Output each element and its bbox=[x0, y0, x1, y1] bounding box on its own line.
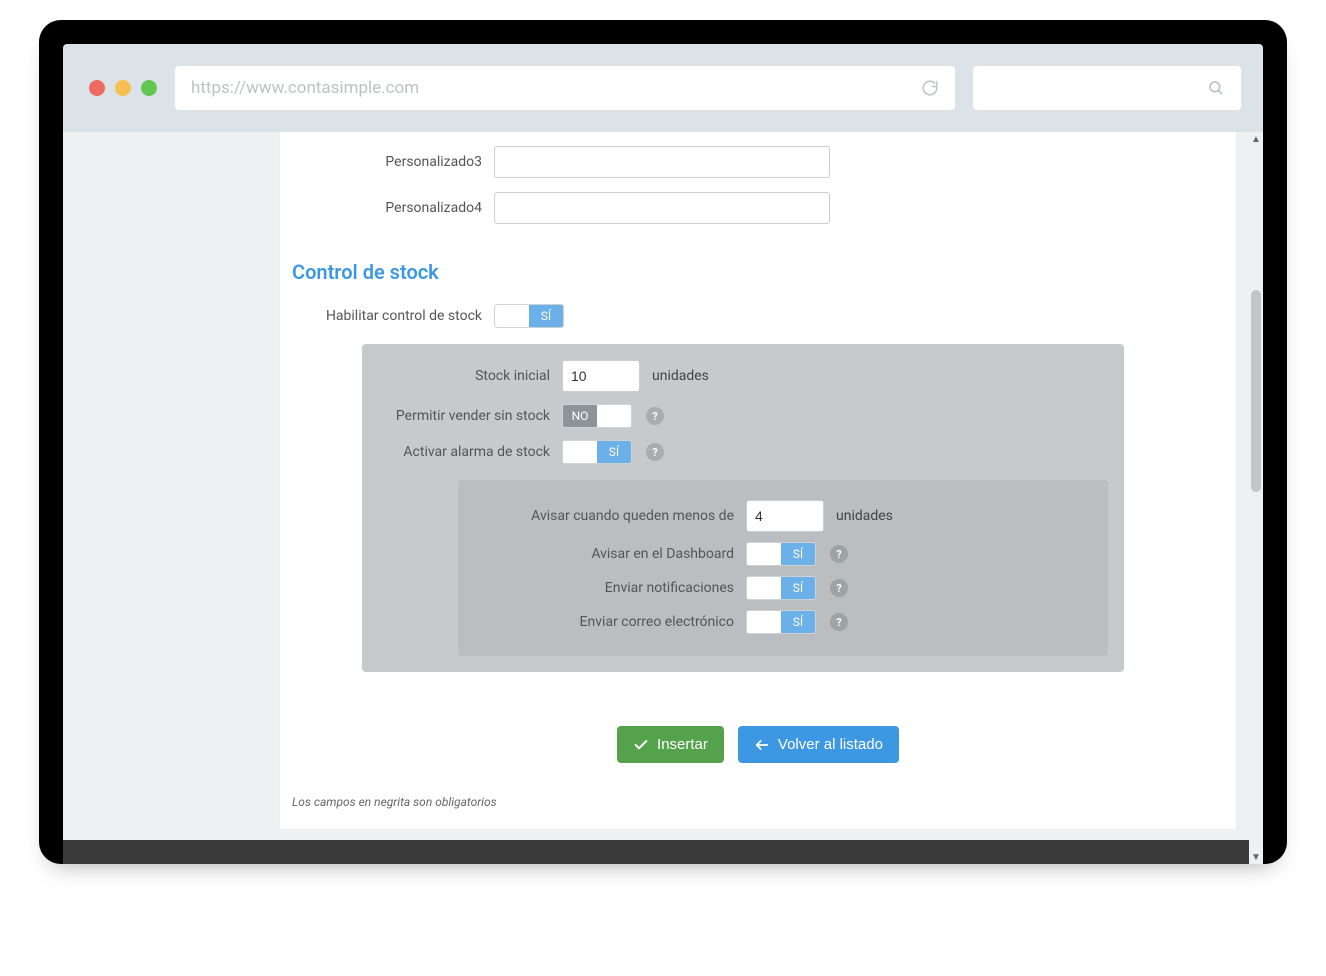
help-icon[interactable]: ? bbox=[646, 443, 664, 461]
window-close-icon[interactable] bbox=[89, 80, 105, 96]
units-initial: unidades bbox=[652, 368, 709, 384]
row-alarm-dashboard: Avisar en el Dashboard SÍ ? bbox=[496, 542, 1070, 566]
toggle-off-text: NO bbox=[563, 405, 597, 427]
input-alarm-threshold[interactable] bbox=[746, 500, 824, 532]
device-frame: https://www.contasimple.com Personalizad… bbox=[39, 20, 1287, 864]
insert-button[interactable]: Insertar bbox=[617, 726, 724, 763]
label-alarm-threshold: Avisar cuando queden menos de bbox=[496, 508, 746, 524]
label-alarm-dashboard: Avisar en el Dashboard bbox=[496, 546, 746, 562]
row-alarm-threshold: Avisar cuando queden menos de unidades bbox=[496, 500, 1070, 532]
label-custom4: Personalizado4 bbox=[292, 200, 494, 216]
toggle-on-text: SÍ bbox=[781, 543, 815, 565]
content-panel: Personalizado3 Personalizado4 Control de… bbox=[279, 132, 1237, 830]
window-max-icon[interactable] bbox=[141, 80, 157, 96]
input-custom4[interactable] bbox=[494, 192, 830, 224]
label-sell-without-stock: Permitir vender sin stock bbox=[378, 408, 562, 424]
address-bar[interactable]: https://www.contasimple.com bbox=[175, 66, 955, 110]
insert-button-label: Insertar bbox=[657, 736, 708, 753]
toggle-alarm-notify[interactable]: SÍ bbox=[746, 576, 816, 600]
help-icon[interactable]: ? bbox=[830, 613, 848, 631]
page-footer-bar bbox=[63, 840, 1249, 864]
label-custom3: Personalizado3 bbox=[292, 154, 494, 170]
toggle-alarm-email[interactable]: SÍ bbox=[746, 610, 816, 634]
scrollbar[interactable]: ▲ ▼ bbox=[1249, 132, 1263, 864]
row-alarm-notify: Enviar notificaciones SÍ ? bbox=[496, 576, 1070, 600]
label-stock-alarm: Activar alarma de stock bbox=[378, 444, 562, 460]
toggle-sell-without-stock[interactable]: NO bbox=[562, 404, 632, 428]
traffic-lights bbox=[89, 80, 157, 96]
refresh-icon[interactable] bbox=[921, 79, 939, 97]
footnote: Los campos en negrita son obligatorios bbox=[292, 795, 1224, 809]
back-button-label: Volver al listado bbox=[778, 736, 883, 753]
units-threshold: unidades bbox=[836, 508, 893, 524]
help-icon[interactable]: ? bbox=[646, 407, 664, 425]
stock-panel: Stock inicial unidades Permitir vender s… bbox=[362, 344, 1124, 672]
scroll-thumb[interactable] bbox=[1251, 290, 1261, 492]
address-url: https://www.contasimple.com bbox=[191, 78, 911, 98]
toggle-stock-alarm[interactable]: SÍ bbox=[562, 440, 632, 464]
help-icon[interactable]: ? bbox=[830, 545, 848, 563]
input-custom3[interactable] bbox=[494, 146, 830, 178]
browser-viewport: Personalizado3 Personalizado4 Control de… bbox=[63, 132, 1263, 864]
row-alarm-email: Enviar correo electrónico SÍ ? bbox=[496, 610, 1070, 634]
label-enable-stock: Habilitar control de stock bbox=[292, 308, 494, 324]
toggle-on-text: SÍ bbox=[781, 611, 815, 633]
input-initial-stock[interactable] bbox=[562, 360, 640, 392]
alarm-subpanel: Avisar cuando queden menos de unidades A… bbox=[458, 480, 1108, 656]
row-custom3: Personalizado3 bbox=[292, 146, 1224, 178]
section-title-stock: Control de stock bbox=[292, 260, 1224, 284]
toggle-enable-stock[interactable]: SÍ bbox=[494, 304, 564, 328]
toggle-on-text: SÍ bbox=[597, 441, 631, 463]
scroll-down-icon[interactable]: ▼ bbox=[1249, 850, 1263, 864]
row-custom4: Personalizado4 bbox=[292, 192, 1224, 224]
check-icon bbox=[633, 737, 649, 753]
toggle-alarm-dashboard[interactable]: SÍ bbox=[746, 542, 816, 566]
toggle-on-text: SÍ bbox=[781, 577, 815, 599]
window-min-icon[interactable] bbox=[115, 80, 131, 96]
action-row: Insertar Volver al listado bbox=[292, 726, 1224, 763]
label-alarm-email: Enviar correo electrónico bbox=[496, 614, 746, 630]
row-initial-stock: Stock inicial unidades bbox=[378, 360, 1108, 392]
scroll-up-icon[interactable]: ▲ bbox=[1249, 132, 1263, 146]
back-button[interactable]: Volver al listado bbox=[738, 726, 899, 763]
label-initial-stock: Stock inicial bbox=[378, 368, 562, 384]
search-icon bbox=[1207, 79, 1225, 97]
arrow-left-icon bbox=[754, 737, 770, 753]
help-icon[interactable]: ? bbox=[830, 579, 848, 597]
search-box[interactable] bbox=[973, 66, 1241, 110]
row-sell-without-stock: Permitir vender sin stock NO ? bbox=[378, 404, 1108, 428]
row-enable-stock: Habilitar control de stock SÍ bbox=[292, 304, 1224, 328]
label-alarm-notify: Enviar notificaciones bbox=[496, 580, 746, 596]
browser-chrome: https://www.contasimple.com bbox=[63, 44, 1263, 132]
toggle-on-text: SÍ bbox=[529, 305, 563, 327]
row-stock-alarm: Activar alarma de stock SÍ ? bbox=[378, 440, 1108, 464]
